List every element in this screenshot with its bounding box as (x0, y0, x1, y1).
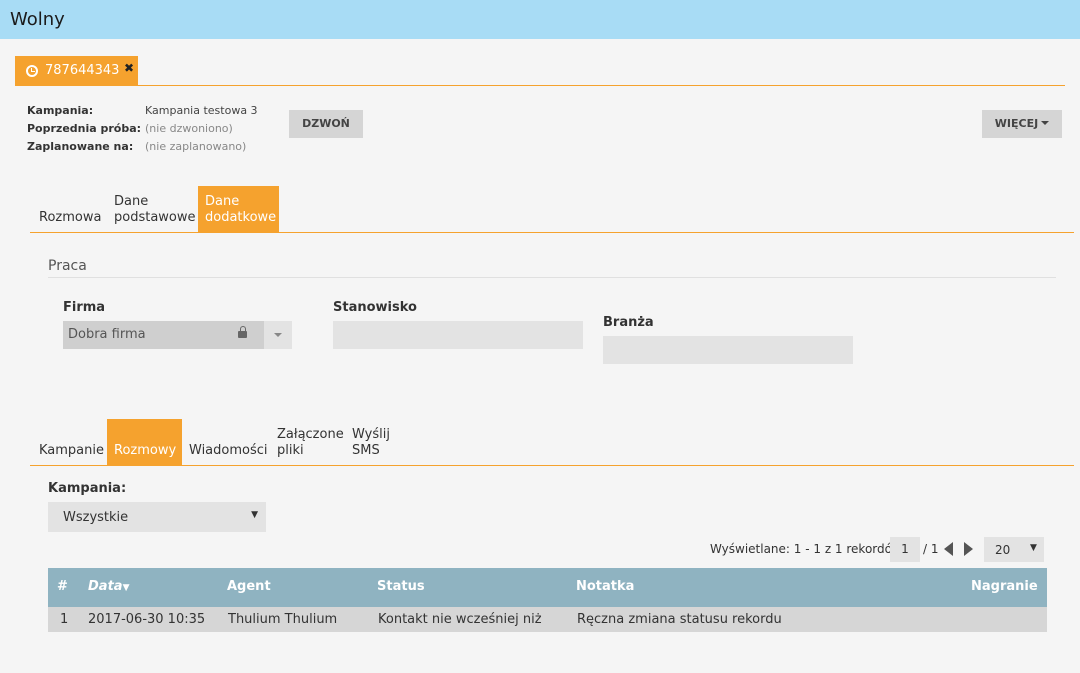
scheduled-value: (nie zaplanowano) (145, 140, 247, 153)
section-divider (48, 277, 1056, 278)
tab-dane-podstawowe[interactable]: Dane podstawowe (107, 186, 198, 232)
campaign-label: Kampania: (27, 104, 94, 117)
campaign-filter-value: Wszystkie (63, 510, 129, 525)
tab-rozmowa[interactable]: Rozmowa (32, 186, 104, 232)
stanowisko-label: Stanowisko (333, 300, 417, 315)
lock-icon (238, 326, 247, 338)
more-button-label: WIĘCEJ (994, 117, 1039, 130)
col-agent[interactable]: Agent (227, 579, 271, 594)
clock-icon (26, 65, 38, 77)
firma-label: Firma (63, 300, 106, 315)
dropdown-arrow-icon: ▼ (251, 510, 258, 520)
close-icon[interactable]: ✖ (124, 61, 134, 75)
chevron-down-icon (274, 333, 282, 337)
previous-attempt-value: (nie dzwoniono) (145, 122, 233, 135)
page-number-input[interactable]: 1 (890, 537, 920, 562)
tab-label-line2: SMS (352, 443, 380, 458)
previous-attempt-label: Poprzednia próba: (27, 122, 142, 135)
dropdown-arrow-icon: ▼ (1030, 543, 1037, 553)
page-total: / 1 (923, 542, 939, 556)
col-num: # (57, 579, 68, 594)
caret-down-icon (1041, 121, 1050, 125)
col-date-label: Data (88, 579, 123, 594)
branza-field[interactable] (603, 336, 853, 364)
sort-desc-icon: ▼ (122, 583, 130, 593)
tab-label-line2: pliki (277, 443, 304, 458)
scheduled-label: Zaplanowane na: (27, 140, 134, 153)
tab-zalaczone-pliki[interactable]: Załączone pliki (270, 419, 345, 465)
tab-label-line2: podstawowe (114, 210, 196, 225)
col-recording[interactable]: Nagranie (971, 579, 1038, 594)
tab-label: Wiadomości (189, 443, 268, 458)
stanowisko-field[interactable] (333, 321, 583, 349)
per-page-select[interactable]: 20 ▼ (984, 537, 1044, 562)
col-date[interactable]: Data▼ (88, 579, 129, 594)
agent-status-title: Wolny (10, 9, 65, 30)
call-tab-number: 787644343 (45, 63, 120, 78)
col-status[interactable]: Status (377, 579, 425, 594)
call-button-label: DZWOŃ (302, 117, 350, 130)
per-page-value: 20 (995, 543, 1011, 557)
campaign-filter-label: Kampania: (48, 481, 127, 496)
call-button[interactable]: DZWOŃ (289, 110, 363, 138)
cell-status: Kontakt nie wcześniej niż (378, 612, 542, 627)
tab-label-line1: Dane (205, 194, 240, 209)
tab-label-line1: Wyślij (352, 427, 390, 442)
tabs-divider (30, 465, 1074, 466)
firma-value: Dobra firma (68, 327, 146, 342)
tab-dane-dodatkowe[interactable]: Dane dodatkowe (198, 186, 279, 232)
tab-label-line2: dodatkowe (205, 210, 277, 225)
tab-wiadomosci[interactable]: Wiadomości (182, 419, 270, 465)
prev-page-icon[interactable] (944, 542, 953, 556)
table-header: # Data▼ Agent Status Notatka Nagranie (48, 568, 1047, 607)
section-title: Praca (48, 258, 87, 274)
cell-date: 2017-06-30 10:35 (88, 612, 206, 627)
table-row[interactable]: 1 2017-06-30 10:35 Thulium Thulium Konta… (48, 607, 1047, 632)
campaign-value: Kampania testowa 3 (145, 104, 258, 117)
firma-dropdown-toggle[interactable] (264, 321, 292, 349)
tab-label: Rozmowa (39, 210, 102, 225)
campaign-filter-select[interactable]: Wszystkie ▼ (48, 502, 266, 532)
call-tab[interactable]: 787644343 ✖ (15, 56, 138, 85)
pager-summary: Wyświetlane: 1 - 1 z 1 rekordów (710, 542, 902, 556)
tab-kampanie[interactable]: Kampanie (32, 419, 107, 465)
branza-label: Branża (603, 315, 654, 330)
tab-wyslij-sms[interactable]: Wyślij SMS (345, 419, 405, 465)
tab-label: Rozmowy (114, 443, 177, 458)
tab-label-line1: Załączone (277, 427, 344, 442)
cell-num: 1 (60, 612, 69, 627)
top-bar: Wolny (0, 0, 1080, 39)
cell-agent: Thulium Thulium (228, 612, 338, 627)
firma-field[interactable]: Dobra firma (63, 321, 264, 349)
tabs-divider (30, 232, 1074, 233)
col-note[interactable]: Notatka (576, 579, 634, 594)
tab-rozmowy[interactable]: Rozmowy (107, 419, 182, 465)
call-tab-divider (15, 85, 1065, 86)
next-page-icon[interactable] (964, 542, 973, 556)
cell-note: Ręczna zmiana statusu rekordu (577, 612, 782, 627)
tab-label: Kampanie (39, 443, 104, 458)
more-button[interactable]: WIĘCEJ (982, 110, 1062, 138)
tab-label-line1: Dane (114, 194, 149, 209)
